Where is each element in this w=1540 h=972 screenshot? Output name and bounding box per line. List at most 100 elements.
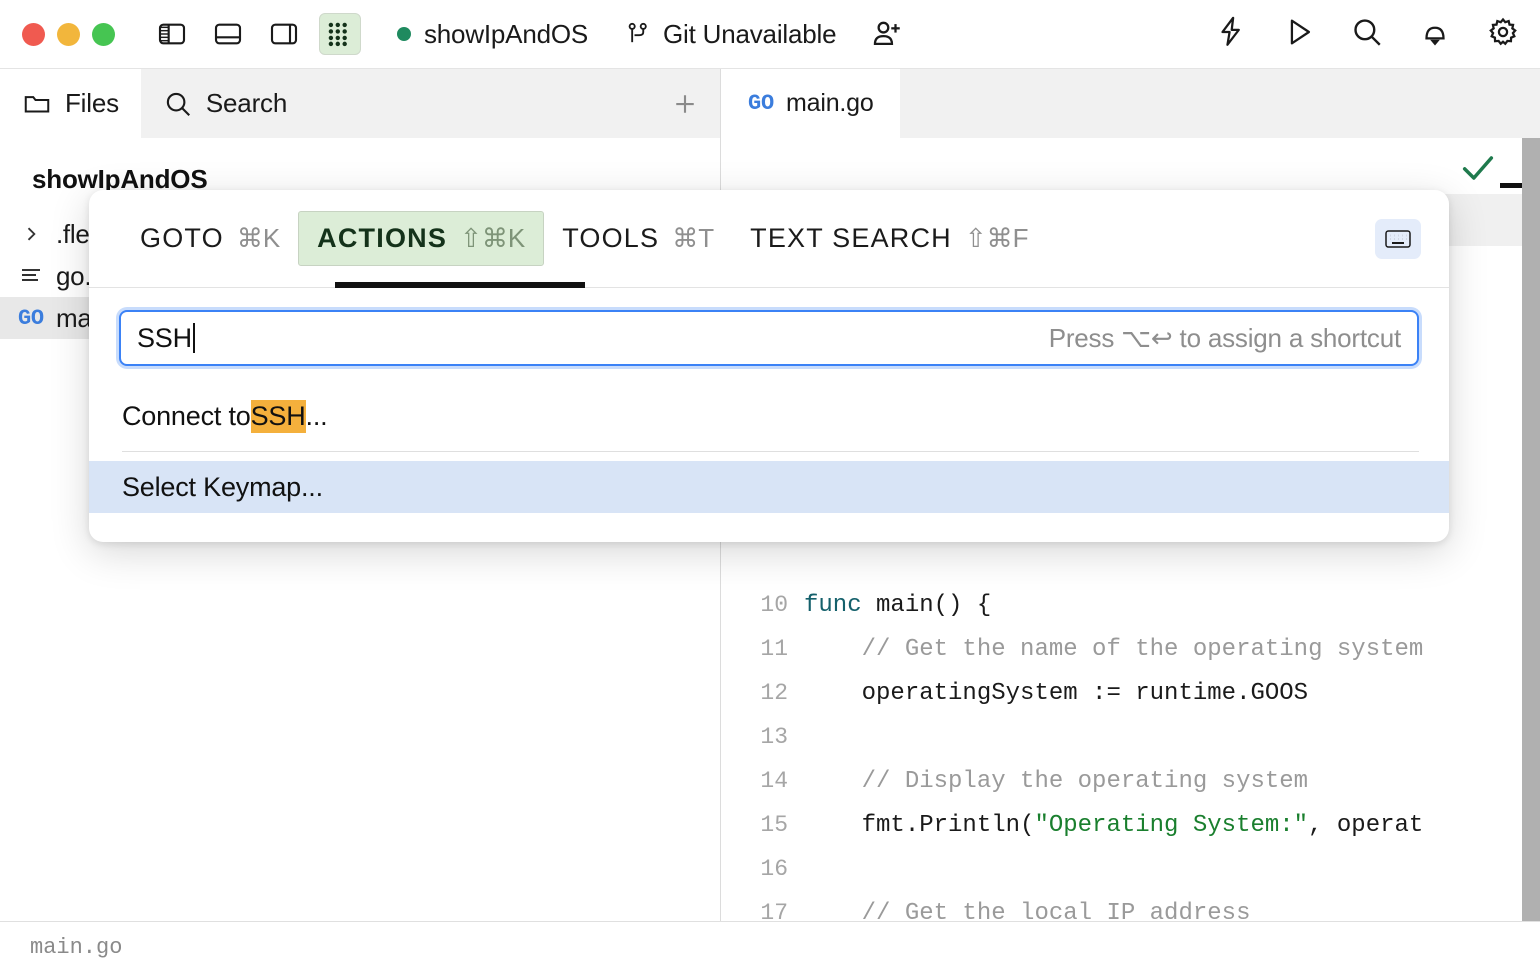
left-panel-toggle-icon[interactable]	[151, 13, 193, 55]
line-number: 10	[722, 592, 804, 618]
sidebar-tab-files-label: Files	[65, 88, 119, 119]
panel-toggle-group	[151, 13, 361, 55]
tab-tools-shortcut: ⌘T	[672, 223, 714, 254]
code-line: 16	[722, 847, 1522, 891]
code-line: 11 // Get the name of the operating syst…	[722, 627, 1522, 671]
text-caret	[193, 323, 195, 353]
code-text: main() {	[862, 592, 992, 619]
editor-vertical-scrollbar[interactable]	[1522, 138, 1540, 921]
git-status-label: Git Unavailable	[663, 19, 836, 50]
tab-tools[interactable]: TOOLS ⌘T	[544, 212, 732, 265]
code-keyword: func	[804, 592, 862, 619]
tab-text-search[interactable]: TEXT SEARCH ⇧⌘F	[732, 212, 1046, 265]
grid-apps-icon[interactable]	[319, 13, 361, 55]
line-number: 16	[722, 856, 804, 882]
run-icon[interactable]	[1282, 15, 1316, 54]
folder-icon	[22, 89, 52, 119]
titlebar: showIpAndOS Git Unavailable	[0, 0, 1540, 69]
file-tree-item-label: .fle	[56, 219, 89, 250]
result-prefix: Connect to	[122, 401, 251, 432]
line-number: 12	[722, 680, 804, 706]
go-badge-icon: GO	[748, 91, 774, 116]
code-string: "Operating System:"	[1034, 812, 1308, 839]
git-branch-icon	[624, 20, 652, 48]
code-comment: // Get the local IP address	[804, 900, 1250, 922]
search-icon[interactable]	[1350, 15, 1384, 54]
result-item-select-keymap[interactable]: Select Keymap...	[89, 461, 1449, 513]
file-lines-icon	[18, 265, 44, 287]
tab-actions-label: ACTIONS	[317, 223, 447, 254]
titlebar-actions	[1214, 15, 1520, 54]
code-comment: // Display the operating system	[804, 768, 1308, 795]
editor-tab-label: main.go	[786, 89, 874, 118]
project-root-label: showIpAndOS	[0, 138, 720, 195]
add-tab-button[interactable]	[668, 87, 702, 121]
tab-text-search-label: TEXT SEARCH	[750, 223, 952, 254]
line-number: 13	[722, 724, 804, 750]
maximize-window-button[interactable]	[92, 23, 115, 46]
go-badge-icon: GO	[18, 306, 44, 331]
search-everywhere-tabbar: GOTO ⌘K ACTIONS ⇧⌘K TOOLS ⌘T TEXT SEARCH…	[89, 190, 1449, 288]
code-line: 14 // Display the operating system	[722, 759, 1522, 803]
active-tab-underline	[335, 282, 585, 288]
keyboard-icon[interactable]	[1375, 219, 1421, 259]
tab-tools-label: TOOLS	[562, 223, 659, 254]
add-user-icon	[870, 17, 904, 51]
editor-tab-main-go[interactable]: GO main.go	[722, 69, 900, 138]
tab-actions[interactable]: ACTIONS ⇧⌘K	[298, 211, 544, 266]
sidebar-tab-search[interactable]: Search	[141, 69, 720, 138]
tab-goto[interactable]: GOTO ⌘K	[122, 212, 298, 265]
editor-tabbar: GO main.go	[722, 69, 1540, 138]
inspection-status-icon[interactable]	[1458, 148, 1498, 193]
plus-icon	[670, 89, 700, 119]
code-text: , operat	[1308, 812, 1423, 839]
search-everywhere-dialog: GOTO ⌘K ACTIONS ⇧⌘K TOOLS ⌘T TEXT SEARCH…	[89, 190, 1449, 542]
code-line: 12 operatingSystem := runtime.GOOS	[722, 671, 1522, 715]
sidebar-tab-search-label: Search	[206, 88, 287, 119]
window-controls	[22, 23, 115, 46]
code-comment: // Get the name of the operating system	[804, 636, 1423, 663]
line-number: 15	[722, 812, 804, 838]
tab-goto-label: GOTO	[140, 223, 224, 254]
tab-goto-shortcut: ⌘K	[237, 223, 280, 254]
lightning-icon[interactable]	[1214, 15, 1248, 54]
result-match-highlight: SSH	[251, 400, 306, 433]
sidebar-tab-files[interactable]: Files	[0, 69, 141, 138]
statusbar: main.go	[0, 921, 1540, 972]
right-panel-toggle-icon[interactable]	[263, 13, 305, 55]
result-prefix: Select Keymap...	[122, 472, 323, 503]
code-text: operatingSystem := runtime.GOOS	[804, 680, 1308, 707]
minimize-window-button[interactable]	[57, 23, 80, 46]
settings-icon[interactable]	[1486, 15, 1520, 54]
search-results-list: Connect to SSH... Select Keymap...	[89, 390, 1449, 513]
shortcut-hint: Press ⌥↩ to assign a shortcut	[1049, 323, 1401, 354]
search-input[interactable]: SSH Press ⌥↩ to assign a shortcut	[119, 310, 1419, 366]
line-number: 14	[722, 768, 804, 794]
file-tree-item-label: ma	[56, 303, 92, 334]
notifications-icon[interactable]	[1418, 15, 1452, 54]
code-line: 15 fmt.Println("Operating System:", oper…	[722, 803, 1522, 847]
project-widget[interactable]: showIpAndOS	[397, 19, 588, 50]
result-suffix: ...	[306, 401, 328, 432]
close-window-button[interactable]	[22, 23, 45, 46]
project-name: showIpAndOS	[424, 19, 588, 50]
add-user-button[interactable]	[870, 17, 904, 51]
result-item-connect-to-ssh[interactable]: Connect to SSH...	[89, 390, 1449, 442]
code-line: 10 func main() {	[722, 583, 1522, 627]
sidebar-tabbar: Files Search	[0, 69, 720, 138]
results-divider	[122, 451, 1419, 452]
bottom-panel-toggle-icon[interactable]	[207, 13, 249, 55]
statusbar-file-label: main.go	[30, 935, 122, 960]
git-widget[interactable]: Git Unavailable	[624, 19, 836, 50]
code-line: 17 // Get the local IP address	[722, 891, 1522, 921]
line-number: 11	[722, 636, 804, 662]
chevron-right-icon	[18, 224, 44, 244]
tab-actions-shortcut: ⇧⌘K	[460, 223, 525, 254]
ide-window: showIpAndOS Git Unavailable	[0, 0, 1540, 972]
code-text: fmt.Println(	[804, 812, 1034, 839]
code-line: 13	[722, 715, 1522, 759]
line-number: 17	[722, 900, 804, 921]
tab-text-search-shortcut: ⇧⌘F	[965, 223, 1029, 254]
file-tree-item-label: go.	[56, 261, 91, 292]
search-input-container: SSH Press ⌥↩ to assign a shortcut	[89, 288, 1449, 366]
